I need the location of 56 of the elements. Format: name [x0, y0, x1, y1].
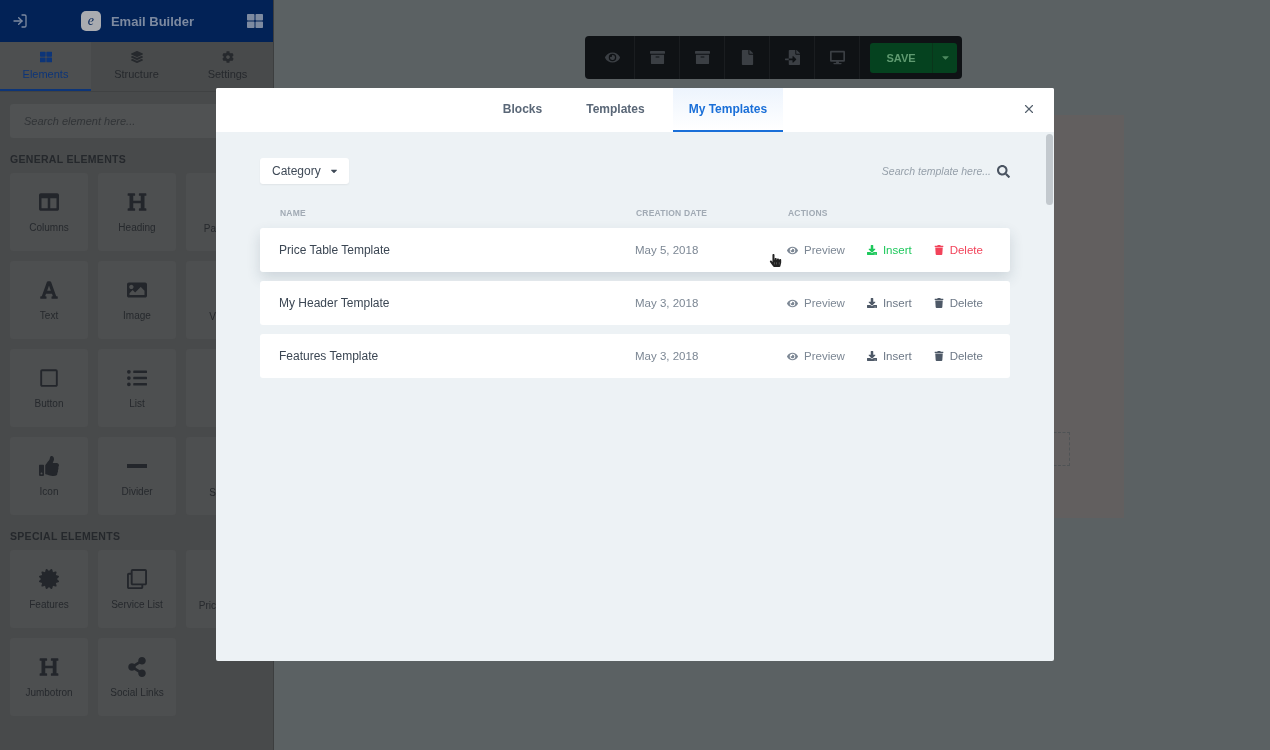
settings-icon [221, 51, 234, 63]
share-icon [127, 656, 147, 677]
trash-icon [933, 298, 944, 308]
save-dropdown-button[interactable] [932, 42, 957, 73]
app-title: Email Builder [110, 13, 195, 29]
scrollbar-thumb[interactable] [1046, 134, 1053, 205]
creation-date: May 5, 2018 [635, 244, 700, 256]
exit-icon[interactable] [12, 13, 28, 29]
copy-icon [127, 568, 147, 589]
preview-link[interactable]: Preview [787, 297, 845, 309]
grid-icon[interactable] [247, 13, 263, 29]
letter-icon [39, 279, 59, 300]
trash-icon [933, 245, 944, 255]
logo: e [80, 11, 101, 31]
dialog-tab[interactable]: Blocks [486, 88, 559, 132]
column-header: ACTIONS [788, 208, 829, 218]
delete-link[interactable]: Delete [933, 350, 983, 362]
column-header: CREATION DATE [636, 208, 709, 218]
eye-icon [787, 297, 798, 309]
heading-icon [127, 191, 147, 212]
delete-link[interactable]: Delete [933, 244, 983, 256]
element-tile[interactable] [186, 349, 216, 427]
sidebar-tab[interactable]: Elements [0, 42, 91, 91]
thumbs-up-icon [39, 455, 59, 476]
dialog-tab[interactable]: Templates [570, 88, 661, 132]
insert-link[interactable]: Insert [866, 244, 912, 256]
heading-icon [39, 656, 59, 677]
search-icon [997, 164, 1010, 178]
save-button[interactable]: SAVE [870, 42, 932, 73]
preview-link[interactable]: Preview [787, 244, 845, 256]
search-field[interactable]: Search template here... [873, 165, 991, 177]
layers-icon [130, 51, 143, 63]
download-icon [866, 298, 877, 308]
eye-icon [787, 350, 798, 362]
insert-link[interactable]: Insert [866, 297, 912, 309]
creation-date: May 3, 2018 [635, 350, 700, 362]
pointer-hand-icon [769, 254, 782, 267]
download-icon [866, 245, 877, 255]
download-icon [866, 351, 877, 361]
template-name: Features Template [279, 349, 380, 363]
delete-link[interactable]: Delete [933, 297, 983, 309]
close-icon[interactable] [1022, 102, 1036, 116]
insert-link[interactable]: Insert [866, 350, 912, 362]
creation-date: May 3, 2018 [635, 297, 700, 309]
category-dropdown[interactable]: Category [260, 158, 349, 184]
template-name: My Header Template [279, 296, 391, 310]
columns-icon [39, 191, 59, 212]
badge-icon [39, 568, 59, 589]
trash-icon [933, 351, 944, 361]
list-icon [127, 367, 147, 388]
eye-icon [787, 244, 798, 256]
dialog-tab[interactable]: My Templates [672, 88, 784, 132]
template-name: Price Table Template [279, 243, 391, 257]
column-header: NAME [280, 208, 307, 218]
grid-icon [39, 51, 52, 63]
preview-link[interactable]: Preview [787, 350, 845, 362]
